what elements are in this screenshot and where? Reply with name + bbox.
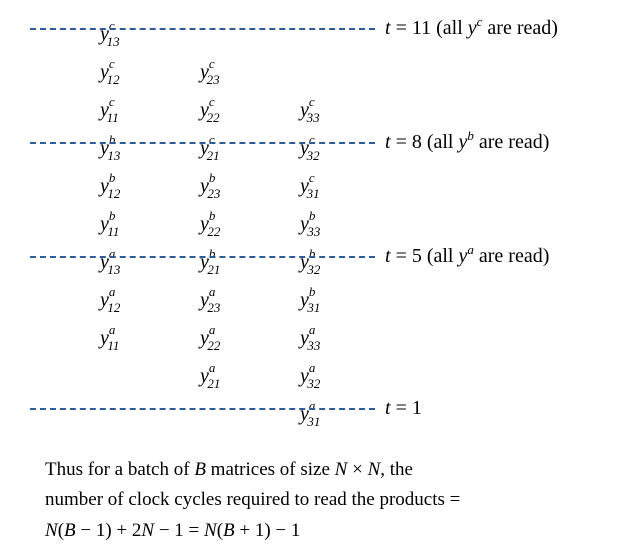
y-b-11: yb11 (100, 205, 127, 243)
time-annotation-t8: t = 8 (all yb are read) (385, 131, 549, 154)
y-a-21: ya21 (200, 357, 228, 395)
y-b-13: yb13 (100, 129, 128, 167)
var-N: N (368, 459, 381, 480)
y-a-32: ya32 (300, 357, 328, 395)
y-c-31: yc31 (300, 167, 328, 205)
text: + 1) − 1 (235, 520, 301, 541)
time-annotation-t11: t = 11 (all yc are read) (385, 17, 558, 40)
y-a-33: ya33 (300, 319, 328, 357)
var-N: N (141, 520, 154, 541)
time-annotation-t1: t = 1 (385, 397, 422, 420)
y-b-23: yb23 (200, 167, 228, 205)
y-b-22: yb22 (200, 205, 228, 243)
var-N: N (335, 459, 348, 480)
text: Thus for a batch of (45, 459, 194, 480)
y-a-12: ya12 (100, 281, 128, 319)
systolic-diagram: ya11ya12ya13yb11yb12yb13yc11yc12yc13 ya2… (60, 5, 620, 425)
time-annotation-t5: t = 5 (all ya are read) (385, 245, 549, 268)
y-b-32: yb32 (300, 243, 328, 281)
y-c-23: yc23 (200, 53, 228, 91)
time-marker-line (30, 28, 375, 30)
var-B: B (223, 520, 235, 541)
var-B: B (194, 459, 206, 480)
time-marker-line (30, 142, 375, 144)
var-N: N (204, 520, 217, 541)
y-c-32: yc32 (300, 129, 328, 167)
y-c-11: yc11 (100, 91, 127, 129)
times: × (347, 459, 367, 480)
text: , the (380, 459, 413, 480)
text: number of clock cycles required to read … (45, 489, 460, 510)
y-c-22: yc22 (200, 91, 228, 129)
y-a-11: ya11 (100, 319, 127, 357)
var-N: N (45, 520, 58, 541)
y-c-33: yc33 (300, 91, 328, 129)
text: matrices of size (206, 459, 335, 480)
y-b-12: yb12 (100, 167, 128, 205)
y-c-12: yc12 (100, 53, 128, 91)
y-b-33: yb33 (300, 205, 328, 243)
time-marker-line (30, 408, 375, 410)
y-a-23: ya23 (200, 281, 228, 319)
y-a-22: ya22 (200, 319, 228, 357)
y-a-13: ya13 (100, 243, 128, 281)
y-a-31: ya31 (300, 395, 328, 433)
var-B: B (64, 520, 76, 541)
y-c-13: yc13 (100, 15, 128, 53)
y-c-21: yc21 (200, 129, 228, 167)
y-b-31: yb31 (300, 281, 328, 319)
text: − 1) + 2 (76, 520, 142, 541)
y-b-21: yb21 (200, 243, 228, 281)
text: − 1 = (154, 520, 204, 541)
formula-text: Thus for a batch of B matrices of size N… (45, 455, 605, 546)
time-marker-line (30, 256, 375, 258)
